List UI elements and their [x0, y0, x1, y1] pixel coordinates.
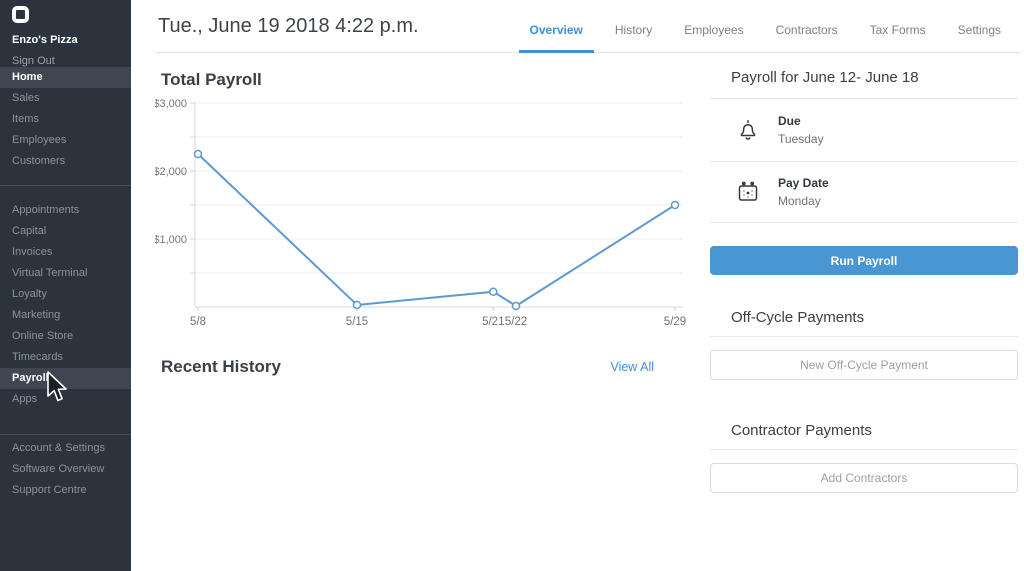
tab-history[interactable]: History	[615, 0, 652, 53]
chart-point-5-8	[195, 151, 202, 158]
recent-history-title: Recent History	[161, 357, 281, 377]
sidebar-item-loyalty[interactable]: Loyalty	[0, 284, 131, 305]
pay-date-text: Pay Date Monday	[778, 176, 829, 208]
payroll-dashboard: Enzo's Pizza Sign Out HomeSalesItemsEmpl…	[0, 0, 1024, 571]
sidebar-item-appointments[interactable]: Appointments	[0, 200, 131, 221]
sidebar-item-marketing[interactable]: Marketing	[0, 305, 131, 326]
tab-employees[interactable]: Employees	[684, 0, 743, 53]
off-cycle-section: Off-Cycle Payments New Off-Cycle Payment	[710, 309, 1018, 380]
divider	[710, 222, 1018, 223]
recent-history-header: Recent History View All	[155, 357, 654, 377]
bell-icon	[736, 118, 760, 142]
chart-point-5-22	[513, 302, 520, 309]
contractor-title: Contractor Payments	[710, 422, 1018, 449]
svg-text:5/29: 5/29	[664, 316, 686, 328]
sidebar-item-software-overview[interactable]: Software Overview	[0, 459, 131, 480]
due-label: Due	[778, 114, 824, 128]
sidebar-item-employees[interactable]: Employees	[0, 130, 131, 151]
chart-point-5-15	[354, 301, 361, 308]
sidebar-item-virtual-terminal[interactable]: Virtual Terminal	[0, 263, 131, 284]
page-title-date: Tue., June 19 2018 4:22 p.m.	[158, 15, 419, 38]
run-payroll-button[interactable]: Run Payroll	[710, 246, 1018, 275]
due-value: Tuesday	[778, 132, 824, 146]
sidebar-group: Account & SettingsSoftware OverviewSuppo…	[0, 434, 131, 511]
total-payroll-chart: $3,000 $2,000 $1,000 5/8 5/15 5/215/22 5/29	[155, 93, 689, 330]
tab-bar: Overview History Employees Contractors Tax F…	[530, 0, 1002, 53]
due-row: Due Tuesday	[710, 99, 1018, 161]
sidebar-group: HomeSalesItemsEmployeesCustomers	[0, 63, 131, 185]
divider	[710, 336, 1018, 337]
svg-text:5/22: 5/22	[505, 316, 527, 328]
sidebar-item-timecards[interactable]: Timecards	[0, 347, 131, 368]
sidebar: Enzo's Pizza Sign Out HomeSalesItemsEmpl…	[0, 0, 131, 571]
svg-text:5/15: 5/15	[346, 316, 368, 328]
add-contractors-button[interactable]: Add Contractors	[710, 463, 1018, 493]
tab-tax-forms[interactable]: Tax Forms	[870, 0, 926, 53]
square-logo-icon	[12, 6, 29, 23]
svg-text:$2,000: $2,000	[155, 166, 187, 178]
payroll-side-panel: Payroll for June 12- June 18 Due Tuesday	[710, 53, 1018, 493]
tab-settings[interactable]: Settings	[958, 0, 1001, 53]
svg-text:$3,000: $3,000	[155, 98, 187, 110]
chart-point-5-29	[672, 202, 679, 209]
pay-date-row: Pay Date Monday	[710, 162, 1018, 222]
tab-overview[interactable]: Overview	[530, 0, 583, 53]
top-header: Tue., June 19 2018 4:22 p.m. Overview His…	[131, 0, 1024, 53]
sidebar-item-customers[interactable]: Customers	[0, 151, 131, 172]
chart-title: Total Payroll	[161, 70, 689, 90]
sidebar-groups: HomeSalesItemsEmployeesCustomersAppointm…	[0, 63, 131, 511]
sidebar-item-items[interactable]: Items	[0, 109, 131, 130]
sidebar-item-invoices[interactable]: Invoices	[0, 242, 131, 263]
svg-text:5/8: 5/8	[190, 316, 206, 328]
sidebar-item-online-store[interactable]: Online Store	[0, 326, 131, 347]
svg-text:$1,000: $1,000	[155, 234, 187, 246]
business-name: Enzo's Pizza	[12, 34, 131, 46]
svg-text:5/21: 5/21	[482, 316, 504, 328]
chart-point-5-21	[490, 288, 497, 295]
view-all-link[interactable]: View All	[610, 360, 654, 374]
sidebar-item-capital[interactable]: Capital	[0, 221, 131, 242]
pay-date-value: Monday	[778, 194, 829, 208]
sidebar-header: Enzo's Pizza Sign Out	[0, 0, 131, 63]
new-off-cycle-payment-button[interactable]: New Off-Cycle Payment	[710, 350, 1018, 380]
contractor-section: Contractor Payments Add Contractors	[710, 422, 1018, 493]
sidebar-item-sales[interactable]: Sales	[0, 88, 131, 109]
off-cycle-title: Off-Cycle Payments	[710, 309, 1018, 336]
tab-contractors[interactable]: Contractors	[776, 0, 838, 53]
calendar-icon	[736, 180, 760, 204]
sidebar-group: AppointmentsCapitalInvoicesVirtual Termi…	[0, 185, 131, 434]
payroll-period-title: Payroll for June 12- June 18	[710, 53, 1018, 98]
main-content: Total Payroll $3,000 $2,000 $1,000 5/8 5/15 5…	[155, 53, 689, 377]
sidebar-item-account-settings[interactable]: Account & Settings	[0, 438, 131, 459]
sidebar-item-support-centre[interactable]: Support Centre	[0, 480, 131, 501]
sidebar-item-payroll[interactable]: Payroll	[0, 368, 131, 389]
due-text: Due Tuesday	[778, 114, 824, 146]
divider	[710, 449, 1018, 450]
chart-wrap: $3,000 $2,000 $1,000 5/8 5/15 5/215/22 5/29	[155, 93, 689, 335]
sidebar-item-home[interactable]: Home	[0, 67, 131, 88]
sidebar-item-apps[interactable]: Apps	[0, 389, 131, 410]
pay-date-label: Pay Date	[778, 176, 829, 190]
